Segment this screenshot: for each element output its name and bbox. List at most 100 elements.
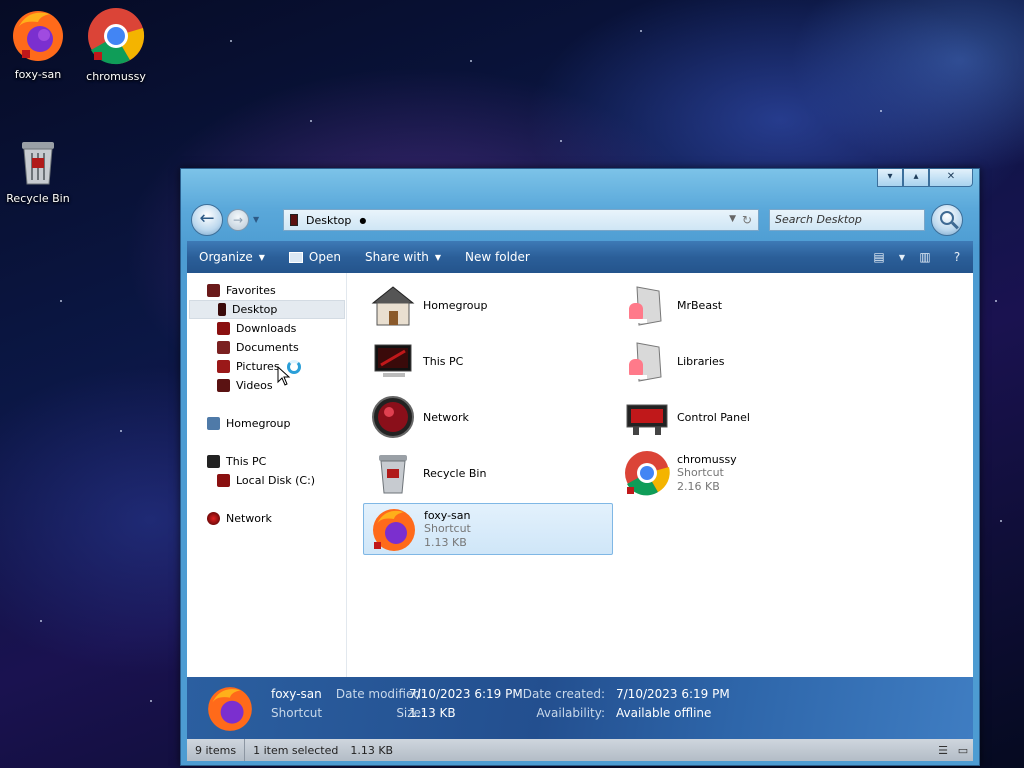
nav-label: Favorites (226, 284, 276, 297)
file-item-control-panel[interactable]: Control Panel (617, 391, 867, 443)
file-name: Libraries (677, 354, 725, 368)
file-item-network[interactable]: Network (363, 391, 613, 443)
organize-button[interactable]: Organize ▼ (187, 241, 277, 273)
details-availability-label: Availability: (536, 706, 605, 720)
file-item-this-pc[interactable]: This PC (363, 335, 613, 387)
nav-desktop[interactable]: Desktop (189, 300, 345, 319)
maximize-button[interactable]: ▴ (903, 169, 929, 187)
file-type: Shortcut (424, 521, 471, 535)
recycle-bin-icon (379, 455, 407, 494)
content-area: Favorites Desktop Downloads Documents Pi… (187, 273, 973, 677)
file-name: foxy-san (424, 508, 471, 522)
explorer-window: ▾ ▴ ✕ ← → ▼ Desktop ● ▼ ↻ Search Desktop… (180, 168, 980, 766)
file-name: chromussy (677, 452, 737, 466)
file-item-mrbeast[interactable]: MrBeast (617, 279, 867, 331)
minimize-button[interactable]: ▾ (877, 169, 903, 187)
control-panel-icon (626, 404, 668, 435)
file-name: Recycle Bin (423, 466, 487, 480)
nav-documents[interactable]: Documents (217, 338, 299, 357)
address-bar[interactable]: Desktop ● ▼ ↻ (283, 209, 759, 231)
recent-locations-dropdown[interactable]: ▼ (253, 215, 259, 224)
computer-icon (207, 455, 220, 468)
file-item-foxy-san[interactable]: foxy-san Shortcut 1.13 KB (363, 503, 613, 555)
nav-label: Pictures (236, 360, 280, 373)
details-file-type: Shortcut (271, 706, 323, 720)
file-name: MrBeast (677, 298, 723, 312)
file-item-homegroup[interactable]: Homegroup (363, 279, 613, 331)
arrow-right-icon: → (232, 213, 244, 227)
change-view-icon[interactable]: ▤ (863, 250, 895, 264)
desktop-folder-icon (290, 214, 298, 226)
desktop-icon-label: foxy-san (14, 68, 62, 81)
chrome-icon (625, 451, 670, 496)
nav-this-pc[interactable]: This PC (207, 452, 266, 471)
nav-network[interactable]: Network (207, 509, 272, 528)
file-item-recycle-bin[interactable]: Recycle Bin (363, 447, 613, 499)
downloads-icon (217, 322, 230, 335)
status-bar: 9 items 1 item selected 1.13 KB ☰ ▭ (187, 739, 973, 761)
nav-label: Downloads (236, 322, 297, 335)
help-icon[interactable]: ? (941, 250, 973, 264)
nav-label: Network (226, 512, 272, 525)
view-options-dropdown-icon[interactable]: ▼ (895, 253, 909, 262)
details-date-modified: 7/10/2023 6:19 PM (409, 687, 523, 701)
share-with-label: Share with (364, 250, 429, 264)
favorites-icon (207, 284, 220, 297)
firefox-icon (208, 687, 252, 731)
file-type: Shortcut (677, 465, 724, 479)
hard-drive-icon (217, 474, 230, 487)
nav-favorites[interactable]: Favorites (207, 281, 276, 300)
refresh-icon[interactable]: ↻ (742, 213, 752, 227)
breadcrumb-arrow-icon[interactable]: ● (359, 216, 366, 225)
forward-button[interactable]: → (227, 209, 249, 231)
nav-label: Documents (236, 341, 299, 354)
address-location[interactable]: Desktop (306, 214, 351, 227)
search-button[interactable] (931, 204, 963, 236)
nav-downloads[interactable]: Downloads (217, 319, 296, 338)
view-controls: ▤ ▼ ▥ ? (863, 250, 973, 264)
desktop-icon-label: chromussy (86, 70, 146, 83)
nav-label: This PC (226, 455, 267, 468)
navigation-pane: Favorites Desktop Downloads Documents Pi… (187, 273, 347, 677)
nav-label: Videos (236, 379, 273, 392)
search-input[interactable]: Search Desktop (769, 209, 925, 231)
file-name: This PC (423, 354, 464, 368)
nav-homegroup[interactable]: Homegroup (207, 414, 290, 433)
details-file-name: foxy-san (271, 687, 322, 701)
recycle-bin-icon (22, 142, 54, 185)
nav-pictures[interactable]: Pictures (217, 357, 280, 376)
details-date-created-label: Date created: (522, 687, 605, 701)
file-name: Control Panel (677, 410, 750, 424)
nav-label: Desktop (232, 303, 278, 316)
command-bar: Organize ▼ Open Share with ▼ New folder ▤ … (187, 241, 973, 273)
file-item-libraries[interactable]: Libraries (617, 335, 867, 387)
desktop-icon-foxy-san[interactable]: foxy-san (0, 6, 76, 81)
desktop-icon-recycle-bin[interactable]: Recycle Bin (0, 136, 76, 205)
address-dropdown-icon[interactable]: ▼ (729, 214, 736, 224)
busy-spinner-icon (287, 360, 301, 374)
selection-count: 1 item selected (253, 743, 339, 757)
details-availability: Available offline (616, 706, 712, 720)
nav-label: Homegroup (226, 417, 291, 430)
nav-local-disk[interactable]: Local Disk (C:) (217, 471, 315, 490)
desktop-folder-icon (218, 303, 226, 316)
desktop-icon-chromussy[interactable]: chromussy (78, 6, 154, 83)
new-folder-button[interactable]: New folder (453, 241, 542, 273)
homegroup-icon (371, 286, 415, 326)
file-item-chromussy[interactable]: chromussy Shortcut 2.16 KB (617, 447, 867, 499)
back-button[interactable]: ← (191, 204, 223, 236)
details-date-created: 7/10/2023 6:19 PM (616, 687, 730, 701)
preview-pane-icon[interactable]: ▥ (909, 250, 941, 264)
search-icon-handle (951, 221, 959, 230)
close-button[interactable]: ✕ (929, 169, 973, 187)
share-with-button[interactable]: Share with ▼ (353, 241, 453, 273)
documents-icon (217, 341, 230, 354)
nav-videos[interactable]: Videos (217, 376, 273, 395)
navigation-bar: ← → ▼ Desktop ● ▼ ↻ Search Desktop (191, 203, 967, 237)
open-button[interactable]: Open (277, 241, 353, 273)
firefox-icon (13, 11, 63, 61)
file-name: Network (423, 410, 469, 424)
large-icons-view-icon[interactable]: ▭ (953, 744, 973, 757)
open-icon (288, 251, 303, 263)
details-view-icon[interactable]: ☰ (933, 744, 953, 757)
